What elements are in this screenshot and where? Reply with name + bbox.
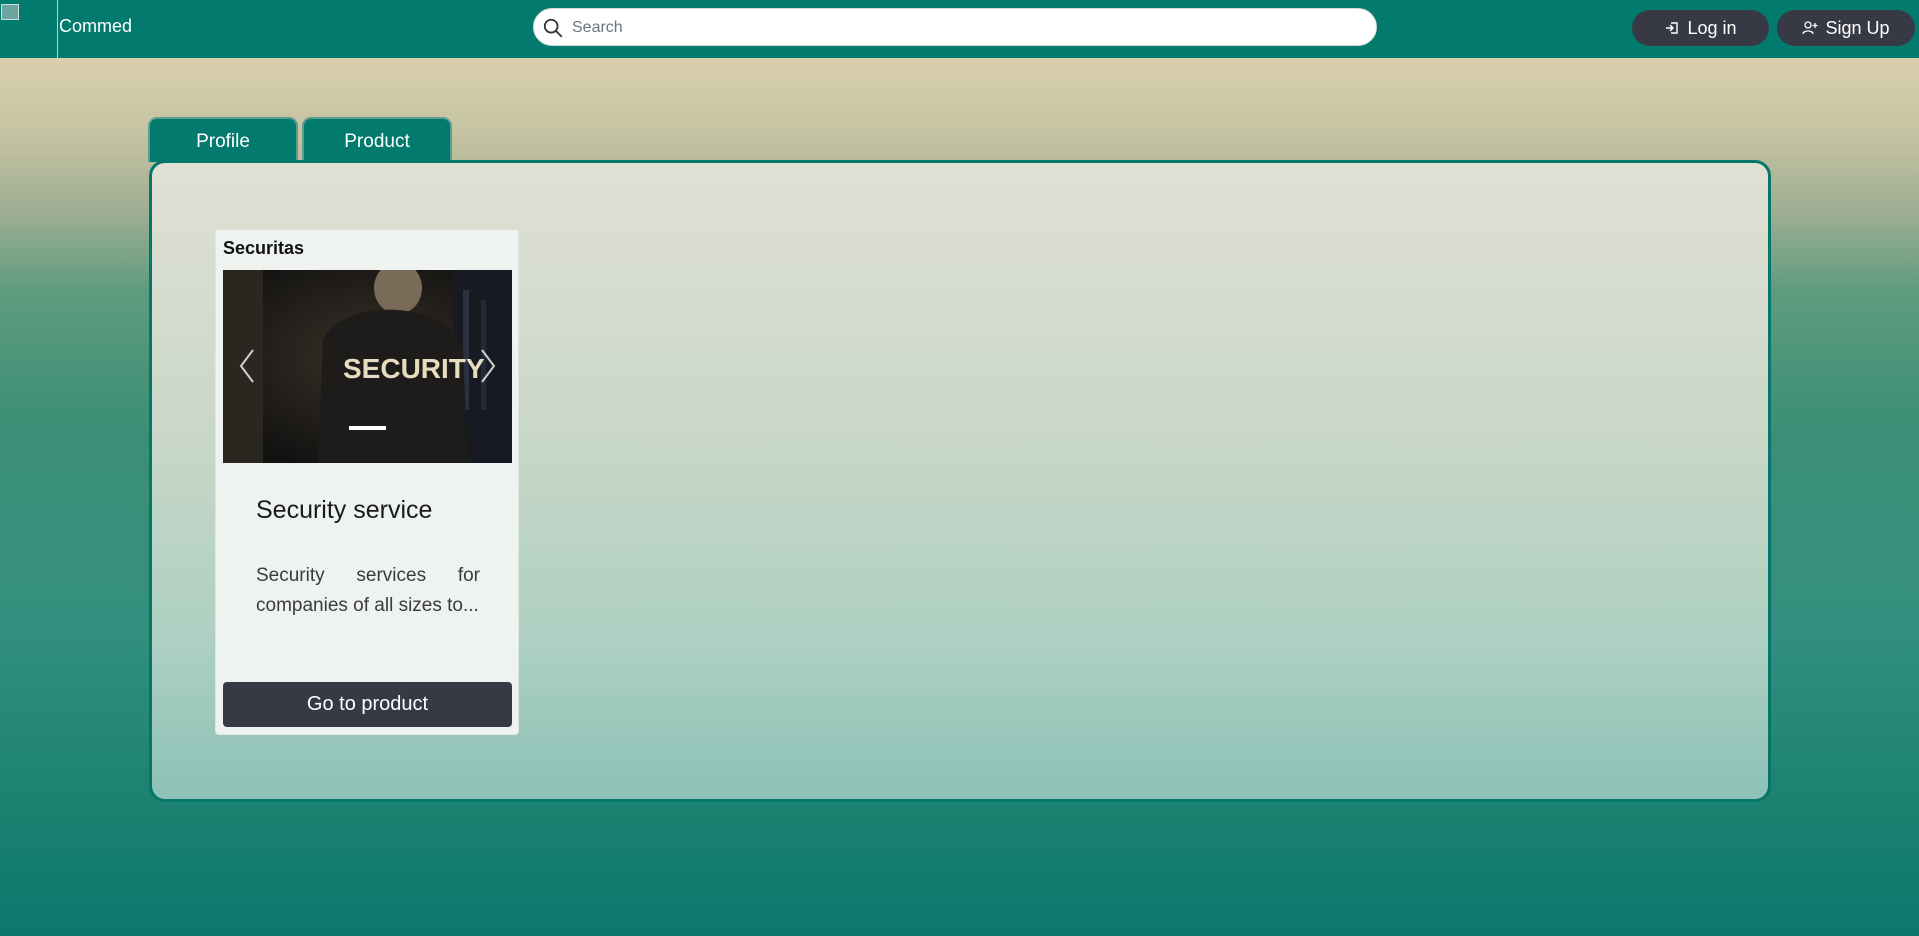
search-icon xyxy=(543,18,563,38)
top-navbar: Commed Log in Sign Up xyxy=(0,0,1919,58)
company-name: Securitas xyxy=(223,238,305,258)
product-card: Securitas SECURITY Security service Secu… xyxy=(215,229,519,735)
brand-name[interactable]: Commed xyxy=(59,16,132,37)
product-title: Security service xyxy=(256,496,433,524)
chevron-right-icon[interactable] xyxy=(476,346,500,386)
product-image-carousel: SECURITY xyxy=(223,270,512,463)
product-description: Security services for companies of all s… xyxy=(256,565,480,616)
logo[interactable] xyxy=(0,0,58,58)
login-label: Log in xyxy=(1687,17,1737,38)
signup-label: Sign Up xyxy=(1825,17,1890,38)
security-guard-photo: SECURITY xyxy=(223,270,512,463)
search-bar xyxy=(533,8,1377,47)
login-icon xyxy=(1666,22,1679,34)
broken-image-icon xyxy=(1,4,19,20)
signup-button[interactable]: Sign Up xyxy=(1777,10,1915,46)
go-to-product-button[interactable]: Go to product xyxy=(223,682,512,727)
chevron-left-icon[interactable] xyxy=(235,346,259,386)
tab-profile[interactable]: Profile xyxy=(148,117,298,162)
tab-product[interactable]: Product xyxy=(302,117,452,162)
security-jacket-text: SECURITY xyxy=(343,353,485,384)
add-user-icon xyxy=(1802,21,1818,35)
search-input[interactable] xyxy=(570,9,1364,47)
login-button[interactable]: Log in xyxy=(1632,10,1769,46)
carousel-indicator[interactable] xyxy=(349,426,386,430)
